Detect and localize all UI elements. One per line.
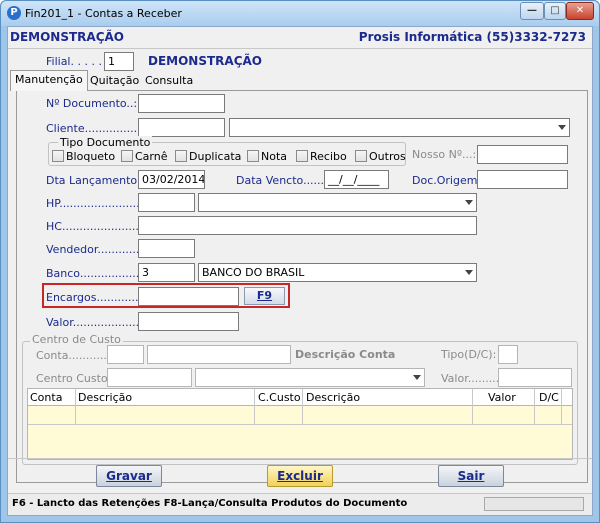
tab-manutencao[interactable]: Manutenção bbox=[10, 70, 88, 91]
encargos-input[interactable] bbox=[138, 287, 239, 306]
checkbox-nota[interactable] bbox=[247, 150, 259, 162]
data-vencto-label: Data Vencto.......: bbox=[236, 174, 332, 187]
cliente-code-input[interactable] bbox=[138, 118, 225, 137]
conta-label: Conta............. bbox=[36, 349, 114, 362]
grid-row-divider bbox=[28, 424, 572, 425]
nosso-numero-label: Nosso Nº...: bbox=[412, 148, 477, 161]
column-dc[interactable]: D/C bbox=[539, 391, 559, 404]
divider bbox=[8, 458, 592, 459]
option-carne: Carnê bbox=[135, 150, 168, 163]
close-button[interactable]: ✕ bbox=[566, 2, 594, 20]
hp-code-input[interactable] bbox=[138, 193, 195, 212]
grid-divider bbox=[561, 389, 562, 425]
title-bar[interactable]: P Fin201_1 - Contas a Receber — □ ✕ bbox=[1, 1, 599, 26]
grid-divider bbox=[302, 389, 303, 425]
header-band: DEMONSTRAÇÃO Prosis Informática (55)3332… bbox=[8, 27, 592, 49]
checkbox-outros[interactable] bbox=[355, 150, 367, 162]
tab-quitacao[interactable]: Quitação bbox=[86, 72, 143, 90]
chevron-down-icon[interactable] bbox=[558, 125, 566, 130]
tipo-documento-title: Tipo Documento bbox=[58, 136, 153, 149]
banco-code-input[interactable]: 3 bbox=[138, 263, 195, 282]
conta-descricao-input[interactable] bbox=[147, 345, 291, 364]
gravar-button[interactable]: Gravar bbox=[96, 465, 162, 487]
chevron-down-icon[interactable] bbox=[465, 270, 473, 275]
data-vencto-input[interactable]: __/__/____ bbox=[324, 170, 389, 189]
centro-valor-label: Valor.........: bbox=[441, 372, 503, 385]
filial-name: DEMONSTRAÇÃO bbox=[148, 54, 262, 68]
conta-input[interactable] bbox=[107, 345, 144, 364]
grid-divider bbox=[75, 389, 76, 425]
centro-valor-input[interactable] bbox=[498, 368, 572, 387]
chevron-down-icon[interactable] bbox=[465, 200, 473, 205]
centro-custo-label: Centro Custo: bbox=[36, 372, 112, 385]
grid-divider bbox=[254, 389, 255, 425]
tipo-dc-input[interactable] bbox=[498, 345, 518, 364]
banco-name: BANCO DO BRASIL bbox=[202, 266, 305, 279]
column-conta[interactable]: Conta bbox=[30, 391, 62, 404]
hc-input[interactable] bbox=[138, 216, 477, 235]
filial-label: Filial. . . . . : bbox=[46, 55, 110, 68]
banco-label: Banco...................: bbox=[46, 267, 150, 280]
main-form: DEMONSTRAÇÃO Prosis Informática (55)3332… bbox=[7, 26, 593, 516]
option-recibo: Recibo bbox=[310, 150, 347, 163]
status-bar: F6 - Lancto das Retenções F8-Lança/Consu… bbox=[8, 493, 592, 515]
cliente-label: Cliente.................: bbox=[46, 122, 148, 135]
centro-custo-grid[interactable]: Conta Descrição C.Custo Descrição Valor … bbox=[27, 388, 573, 460]
page-title: DEMONSTRAÇÃO bbox=[10, 30, 124, 44]
gravar-button-label: Gravar bbox=[106, 469, 152, 483]
window-title: Fin201_1 - Contas a Receber bbox=[25, 7, 182, 20]
tipo-dc-label: Tipo(D/C): bbox=[441, 348, 497, 361]
excluir-button[interactable]: Excluir bbox=[267, 465, 333, 487]
centro-custo-combo[interactable] bbox=[195, 368, 425, 387]
hp-combo[interactable] bbox=[198, 193, 477, 212]
f9-button[interactable]: F9 bbox=[244, 287, 285, 305]
tab-consulta[interactable]: Consulta bbox=[141, 72, 197, 90]
documento-input[interactable] bbox=[138, 94, 225, 113]
nosso-numero-input[interactable] bbox=[477, 145, 568, 164]
sair-button[interactable]: Sair bbox=[438, 465, 504, 487]
status-progress bbox=[484, 497, 584, 511]
minimize-button[interactable]: — bbox=[520, 2, 544, 20]
checkbox-bloqueto[interactable] bbox=[52, 150, 64, 162]
vendedor-input[interactable] bbox=[138, 239, 195, 258]
company-info: Prosis Informática (55)3332-7273 bbox=[358, 30, 586, 44]
status-text: F6 - Lancto das Retenções F8-Lança/Consu… bbox=[12, 498, 408, 509]
valor-input[interactable] bbox=[138, 312, 239, 331]
dta-lancamento-label: Dta Lançamento: bbox=[46, 174, 141, 187]
column-descricao[interactable]: Descrição bbox=[78, 391, 132, 404]
cliente-combo[interactable] bbox=[229, 118, 570, 137]
doc-origem-label: Doc.Origem: bbox=[412, 174, 482, 187]
encargos-label: Encargos...............: bbox=[46, 291, 153, 304]
centro-custo-input[interactable] bbox=[107, 368, 192, 387]
checkbox-recibo[interactable] bbox=[296, 150, 308, 162]
vendedor-label: Vendedor.............: bbox=[46, 243, 147, 256]
window: P Fin201_1 - Contas a Receber — □ ✕ DEMO… bbox=[0, 0, 600, 523]
descricao-conta-label: Descrição Conta bbox=[295, 348, 396, 361]
checkbox-carne[interactable] bbox=[121, 150, 133, 162]
checkbox-duplicata[interactable] bbox=[175, 150, 187, 162]
column-descricao-2[interactable]: Descrição bbox=[306, 391, 360, 404]
column-ccusto[interactable]: C.Custo bbox=[258, 391, 301, 404]
column-valor[interactable]: Valor bbox=[488, 391, 516, 404]
documento-label: Nº Documento..: bbox=[46, 97, 138, 110]
app-icon: P bbox=[7, 6, 21, 20]
filial-input[interactable]: 1 bbox=[104, 52, 134, 71]
maximize-button[interactable]: □ bbox=[544, 2, 566, 20]
option-duplicata: Duplicata bbox=[189, 150, 242, 163]
option-nota: Nota bbox=[261, 150, 288, 163]
chevron-down-icon[interactable] bbox=[413, 375, 421, 380]
grid-header: Conta Descrição C.Custo Descrição Valor … bbox=[28, 389, 572, 406]
dta-lancamento-input[interactable]: 03/02/2014 bbox=[138, 170, 205, 189]
excluir-button-label: Excluir bbox=[277, 469, 323, 483]
option-outros: Outros bbox=[369, 150, 406, 163]
grid-divider bbox=[472, 389, 473, 425]
sair-button-label: Sair bbox=[457, 469, 485, 483]
doc-origem-input[interactable] bbox=[477, 170, 568, 189]
banco-combo[interactable]: BANCO DO BRASIL bbox=[198, 263, 477, 282]
grid-divider bbox=[534, 389, 535, 425]
option-bloqueto: Bloqueto bbox=[66, 150, 116, 163]
